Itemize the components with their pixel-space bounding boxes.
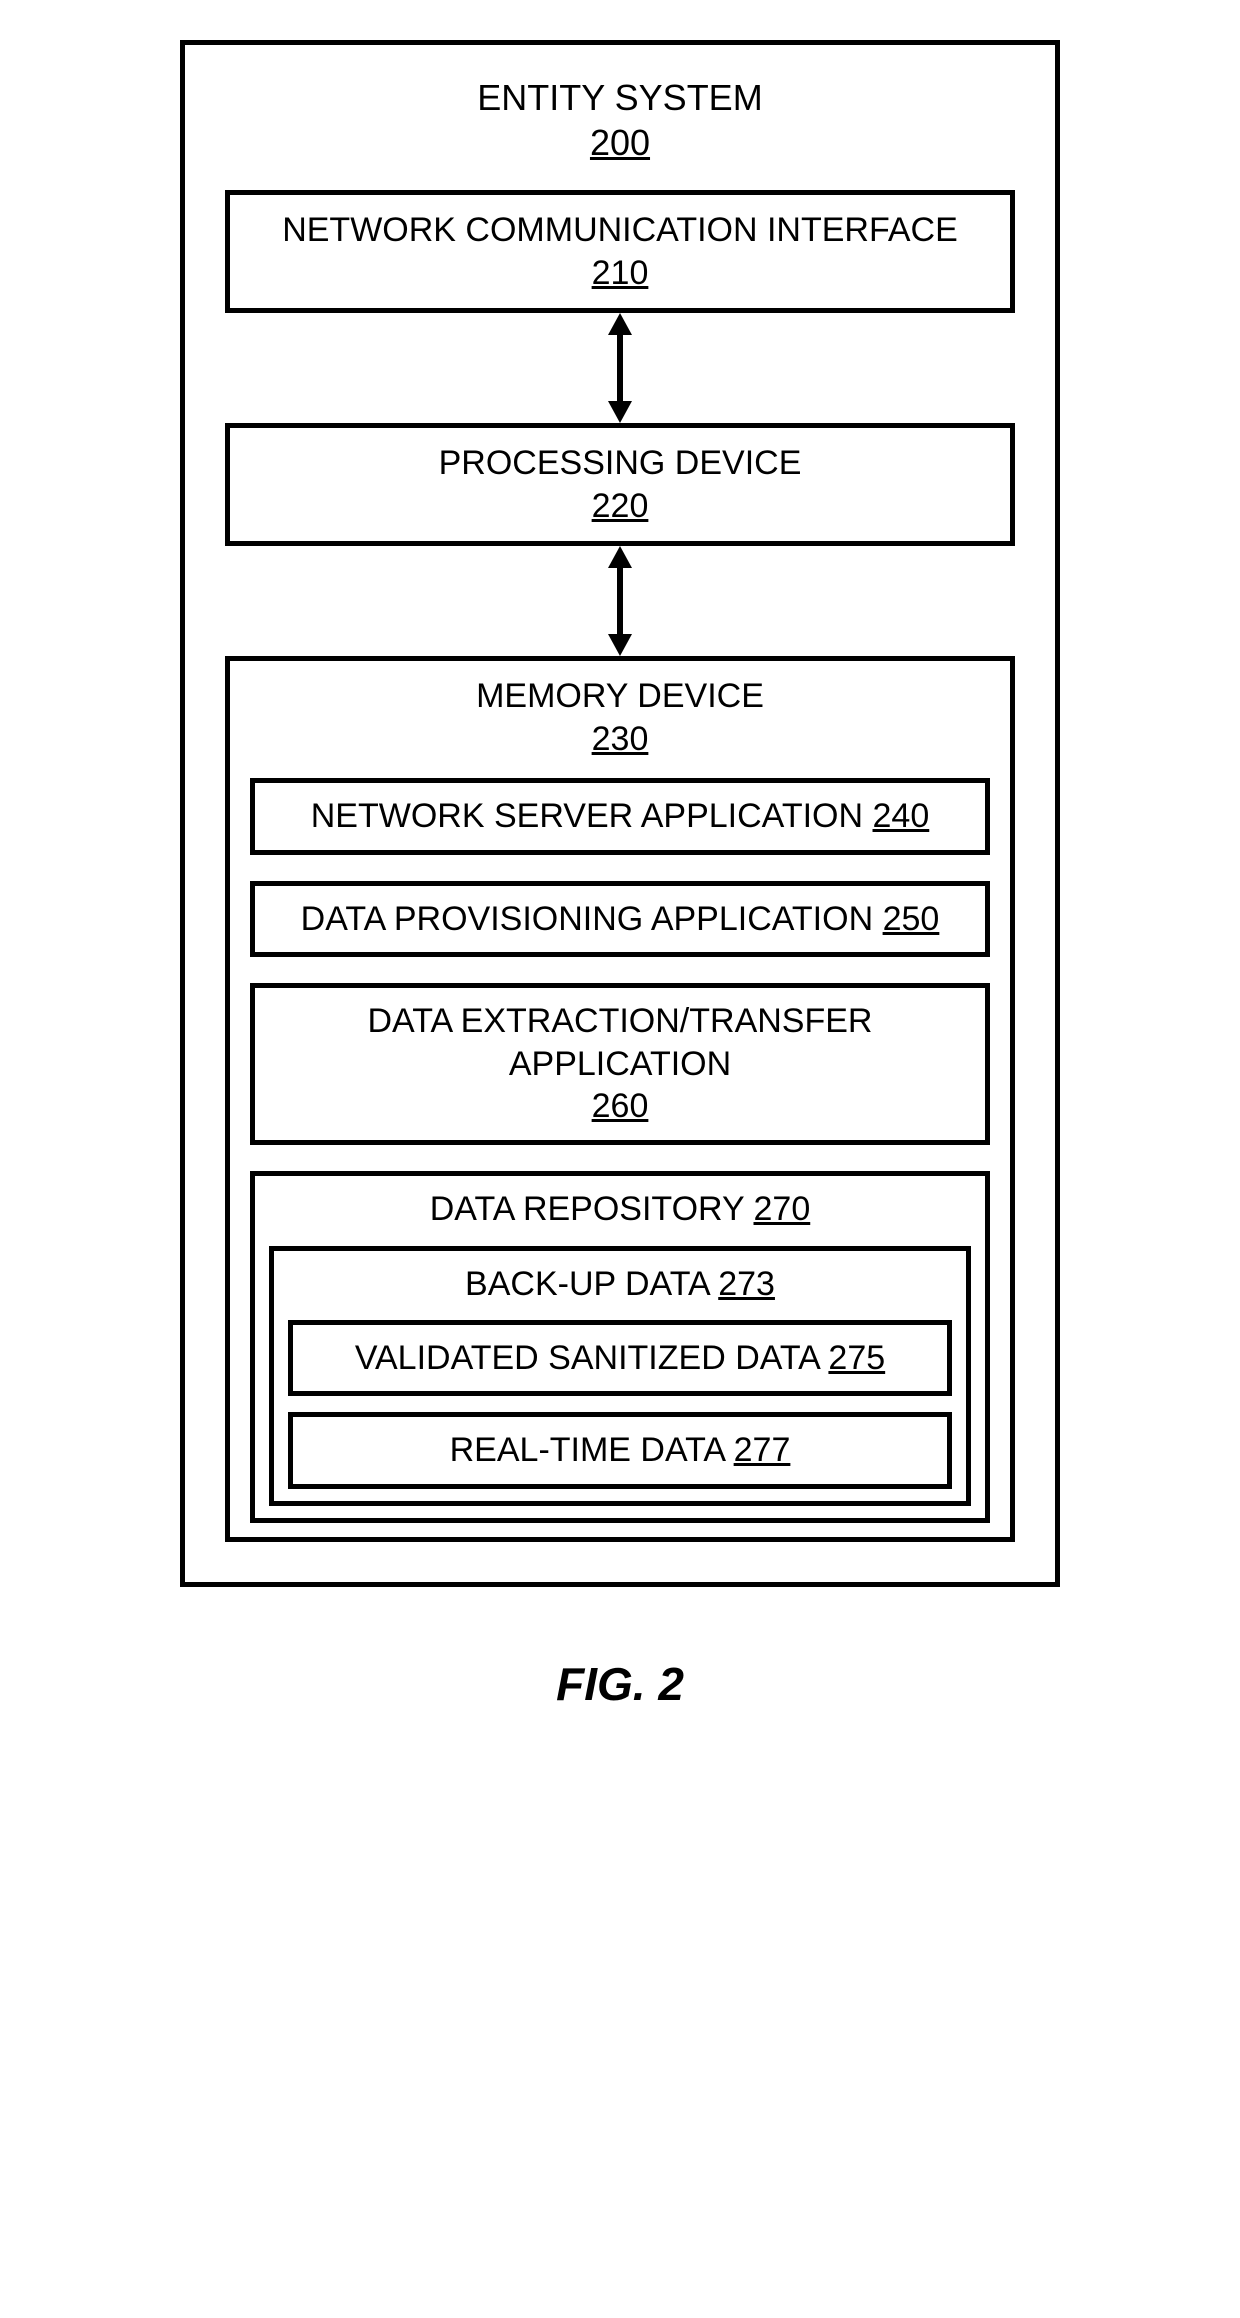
data-extraction-transfer-application-box: DATA EXTRACTION/TRANSFER APPLICATION 260	[250, 983, 990, 1145]
repo-ref: 270	[754, 1190, 811, 1228]
nsa-ref: 240	[873, 797, 930, 835]
proc-label: PROCESSING DEVICE	[250, 442, 990, 485]
data-provisioning-application-box: DATA PROVISIONING APPLICATION 250	[250, 881, 990, 958]
repo-label: DATA REPOSITORY	[430, 1190, 744, 1228]
deta-label: DATA EXTRACTION/TRANSFER APPLICATION	[269, 1000, 971, 1085]
processing-device-box: PROCESSING DEVICE 220	[225, 423, 1015, 546]
validated-sanitized-data-box: VALIDATED SANITIZED DATA 275	[288, 1320, 952, 1397]
mem-label: MEMORY DEVICE	[250, 675, 990, 718]
backup-ref: 273	[718, 1265, 775, 1303]
backup-label: BACK-UP DATA	[465, 1265, 709, 1303]
backup-data-box: BACK-UP DATA 273 VALIDATED SANITIZED DAT…	[269, 1246, 971, 1506]
network-communication-interface-box: NETWORK COMMUNICATION INTERFACE 210	[225, 190, 1015, 313]
dpa-ref: 250	[883, 900, 940, 938]
memory-device-box: MEMORY DEVICE 230 NETWORK SERVER APPLICA…	[225, 656, 1015, 1542]
entity-system-box: ENTITY SYSTEM 200 NETWORK COMMUNICATION …	[180, 40, 1060, 1587]
entity-system-title: ENTITY SYSTEM 200	[225, 75, 1015, 165]
mem-ref: 230	[592, 720, 649, 758]
proc-ref: 220	[592, 487, 649, 525]
entity-system-ref: 200	[590, 122, 650, 163]
vsd-label: VALIDATED SANITIZED DATA	[355, 1339, 819, 1377]
nsa-label: NETWORK SERVER APPLICATION	[311, 797, 863, 835]
nci-label: NETWORK COMMUNICATION INTERFACE	[250, 209, 990, 252]
data-repository-box: DATA REPOSITORY 270 BACK-UP DATA 273 VAL…	[250, 1171, 990, 1523]
real-time-data-box: REAL-TIME DATA 277	[288, 1412, 952, 1489]
deta-ref: 260	[592, 1087, 649, 1125]
entity-system-label: ENTITY SYSTEM	[477, 77, 762, 118]
connector-arrow-icon	[225, 313, 1015, 423]
network-server-application-box: NETWORK SERVER APPLICATION 240	[250, 778, 990, 855]
rtd-label: REAL-TIME DATA	[450, 1431, 725, 1469]
nci-ref: 210	[592, 254, 649, 292]
vsd-ref: 275	[828, 1339, 885, 1377]
connector-arrow-icon	[225, 546, 1015, 656]
dpa-label: DATA PROVISIONING APPLICATION	[301, 900, 873, 938]
figure-caption: FIG. 2	[556, 1657, 684, 1711]
rtd-ref: 277	[734, 1431, 791, 1469]
